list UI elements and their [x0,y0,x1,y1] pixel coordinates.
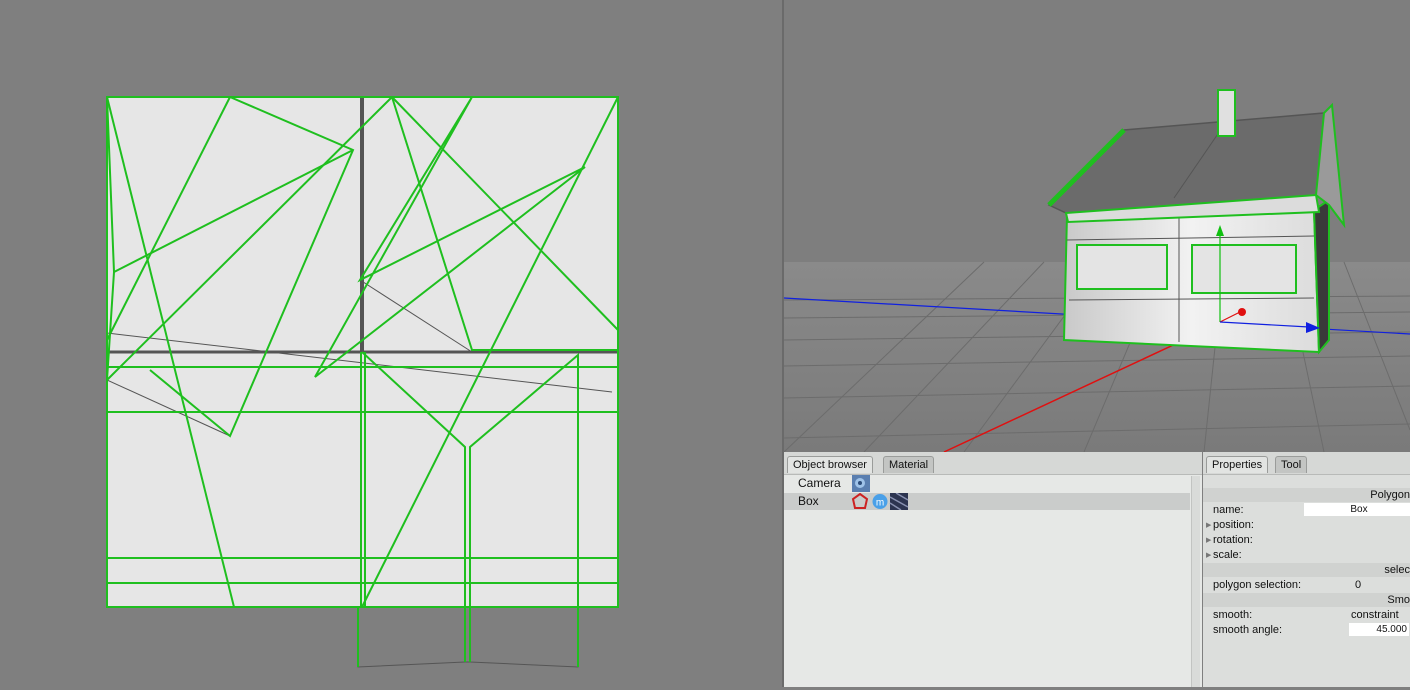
properties-panel: Properties Tool Polygon name: Box ▶ posi… [1203,452,1410,687]
material-tag-icon[interactable]: m [872,494,888,509]
section-smooth-header: Smo [1203,593,1410,607]
prop-rotation-label: rotation: [1213,534,1253,546]
object-row-camera[interactable]: Camera [784,475,1190,492]
prop-scale-row[interactable]: ▶ scale: [1203,548,1410,563]
3d-scene-canvas[interactable] [784,0,1410,452]
section-selection-header: selec [1203,563,1410,577]
expand-triangle-icon[interactable]: ▶ [1206,518,1211,533]
prop-polygon-selection-row: polygon selection: 0 [1203,578,1410,593]
properties-tabbar: Properties Tool [1203,452,1410,475]
object-tags: m [851,492,909,511]
section-polygon-header: Polygon [1203,488,1410,502]
prop-name-row: name: Box [1203,503,1410,518]
polygon-selection-value: 0 [1355,579,1362,591]
prop-scale-label: scale: [1213,549,1242,561]
prop-rotation-row[interactable]: ▶ rotation: [1203,533,1410,548]
house-chimney [1217,89,1236,137]
object-label: Camera [798,476,841,490]
object-label: Box [798,494,819,508]
name-field[interactable]: Box [1304,503,1410,516]
phong-tag-icon[interactable] [851,492,869,509]
prop-position-row[interactable]: ▶ position: [1203,518,1410,533]
tab-object-browser[interactable]: Object browser [787,456,873,473]
prop-smooth-label: smooth: [1213,609,1253,621]
object-browser-tabbar: Object browser Material [784,452,1202,475]
object-browser-panel: Object browser Material Camera Box m [784,452,1202,687]
expand-triangle-icon[interactable]: ▶ [1206,533,1211,548]
prop-smooth-angle-row: smooth angle: 45.000 [1203,623,1410,638]
expand-triangle-icon[interactable]: ▶ [1206,548,1211,563]
house-window-left [1076,244,1168,290]
camera-tag-icon[interactable] [851,475,871,492]
prop-smooth-row: smooth: constraint [1203,608,1410,623]
object-browser-scrollbar[interactable] [1191,476,1200,687]
house-window-right [1191,244,1297,294]
uv-editor-viewport[interactable] [0,0,782,687]
svg-text:m: m [876,498,884,509]
tab-tool[interactable]: Tool [1275,456,1308,473]
smooth-angle-field[interactable]: 45.000 [1349,623,1409,636]
prop-name-label: name: [1213,504,1244,516]
prop-position-label: position: [1213,519,1254,531]
prop-polygon-selection-label: polygon selection: [1213,579,1302,591]
prop-smooth-angle-label: smooth angle: [1213,624,1283,636]
texture-tag-icon[interactable] [889,492,909,511]
tab-material[interactable]: Material [883,456,935,473]
3d-viewport[interactable] [784,0,1410,452]
object-row-box[interactable]: Box m [784,492,1190,511]
uv-map-canvas[interactable] [0,0,782,687]
smooth-select[interactable]: constraint [1351,608,1399,623]
tab-properties[interactable]: Properties [1206,456,1269,473]
